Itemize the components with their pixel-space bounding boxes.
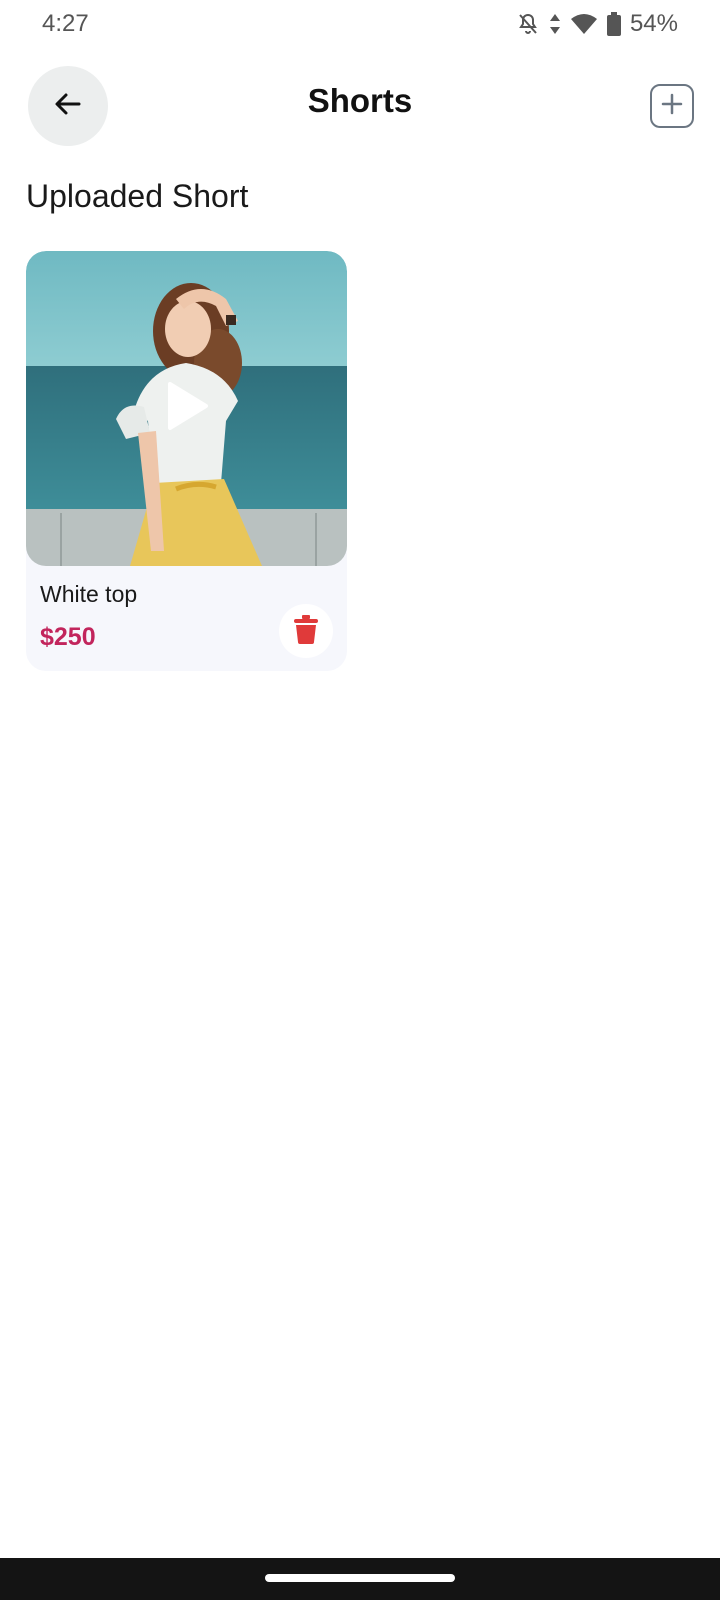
- short-card[interactable]: White top $250: [26, 251, 347, 671]
- video-thumbnail[interactable]: [26, 251, 347, 566]
- play-icon[interactable]: [166, 381, 210, 431]
- plus-icon: [661, 93, 683, 120]
- section-title: Uploaded Short: [26, 178, 249, 214]
- navigation-bar: [0, 1558, 720, 1600]
- data-arrows-icon: [548, 12, 562, 36]
- home-indicator[interactable]: [265, 1574, 455, 1582]
- battery-icon: [606, 11, 622, 37]
- status-bar: 4:27 54%: [0, 0, 720, 48]
- product-name: White top: [40, 581, 138, 607]
- trash-icon: [293, 614, 319, 649]
- status-time: 4:27: [42, 10, 89, 37]
- bell-off-icon: [516, 12, 540, 36]
- wifi-icon: [570, 12, 598, 36]
- page-title: Shorts: [307, 82, 413, 119]
- battery-percent: 54%: [629, 10, 678, 37]
- product-price: $250: [40, 623, 96, 651]
- delete-button[interactable]: [279, 604, 333, 658]
- add-short-button[interactable]: [650, 84, 694, 128]
- status-icons: 54%: [516, 8, 678, 40]
